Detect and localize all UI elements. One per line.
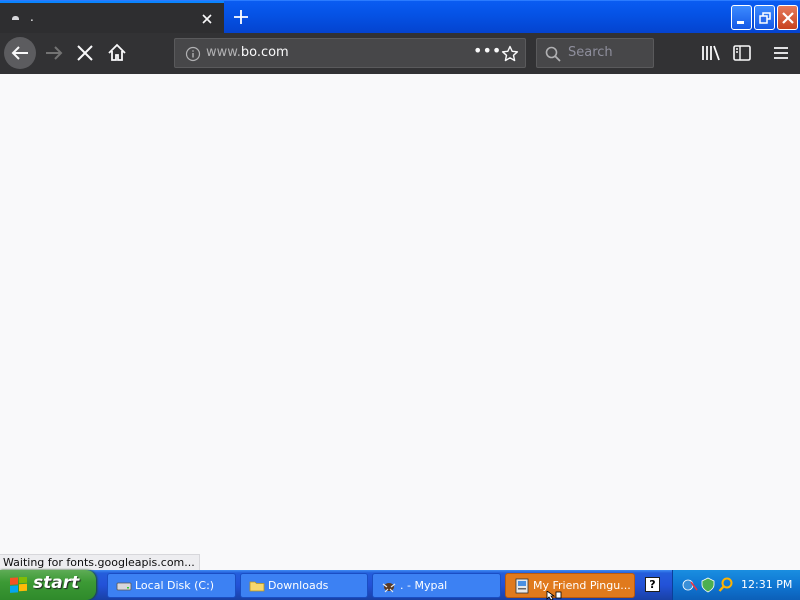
search-tray-icon[interactable] <box>718 577 734 597</box>
page-actions-button[interactable]: ••• <box>473 41 501 60</box>
status-text: Waiting for fonts.googleapis.com... <box>0 554 200 570</box>
bookmark-star-icon[interactable] <box>501 45 519 67</box>
minimize-icon <box>737 21 744 24</box>
start-button[interactable]: start <box>0 570 96 600</box>
taskbar-item-label: Local Disk (C:) <box>135 579 215 592</box>
drive-icon <box>116 578 132 597</box>
help-button[interactable]: ? <box>645 577 660 592</box>
search-bar[interactable]: Search <box>536 38 654 68</box>
library-button[interactable] <box>699 41 723 65</box>
network-icon[interactable] <box>682 577 698 597</box>
windows-logo-icon <box>9 575 29 599</box>
new-tab-button[interactable] <box>231 7 251 27</box>
mypal-icon <box>381 578 397 597</box>
taskbar-item-local-disk[interactable]: Local Disk (C:) <box>107 573 236 598</box>
shield-icon[interactable] <box>700 577 716 597</box>
hamburger-icon <box>774 47 788 59</box>
taskbar-item-downloads[interactable]: Downloads <box>240 573 368 598</box>
stop-button[interactable] <box>73 41 97 65</box>
url-prefix: www. <box>206 45 241 60</box>
stop-icon <box>77 45 93 61</box>
home-icon <box>108 43 126 61</box>
taskbar-item-pingu[interactable]: My Friend Pingu... <box>505 573 635 598</box>
url-domain: bo.com <box>240 45 289 60</box>
url-text[interactable]: www.bo.com <box>206 45 289 60</box>
browser-tab[interactable]: . <box>0 1 224 34</box>
back-button[interactable] <box>4 37 36 69</box>
close-window-button[interactable] <box>777 5 798 30</box>
address-bar[interactable]: www.bo.com ••• <box>174 38 526 68</box>
title-bar: . <box>0 0 800 34</box>
minimize-button[interactable] <box>731 5 752 30</box>
start-label: start <box>33 573 80 593</box>
taskbar-item-mypal[interactable]: . - Mypal <box>372 573 501 598</box>
search-icon <box>545 46 561 66</box>
restore-button[interactable] <box>754 5 775 30</box>
plus-icon <box>234 10 248 24</box>
search-placeholder: Search <box>568 45 613 60</box>
forward-arrow-icon <box>46 46 63 60</box>
taskbar-item-label: . - Mypal <box>400 579 448 592</box>
folder-icon <box>249 578 265 597</box>
close-tab-icon[interactable] <box>199 11 215 27</box>
close-icon <box>782 12 794 24</box>
library-icon <box>702 45 720 61</box>
menu-button[interactable] <box>769 41 793 65</box>
dot-icon <box>12 16 19 20</box>
restore-icon <box>759 12 771 24</box>
app-icon <box>514 578 530 597</box>
nav-toolbar: www.bo.com ••• Search <box>0 33 800 74</box>
sidebar-icon <box>733 45 751 61</box>
info-icon[interactable] <box>185 46 201 66</box>
back-arrow-icon <box>11 46 28 60</box>
sidebar-button[interactable] <box>730 41 754 65</box>
page-content: Waiting for fonts.googleapis.com... <box>0 74 800 570</box>
forward-button[interactable] <box>42 41 66 65</box>
clock[interactable]: 12:31 PM <box>741 578 792 591</box>
system-tray: 12:31 PM <box>672 570 800 600</box>
taskbar-item-label: Downloads <box>268 579 329 592</box>
mouse-cursor-icon <box>546 591 562 600</box>
tab-title: . <box>30 10 34 24</box>
home-button[interactable] <box>105 41 129 65</box>
taskbar: start Local Disk (C:) Downloads . - Mypa… <box>0 570 800 600</box>
